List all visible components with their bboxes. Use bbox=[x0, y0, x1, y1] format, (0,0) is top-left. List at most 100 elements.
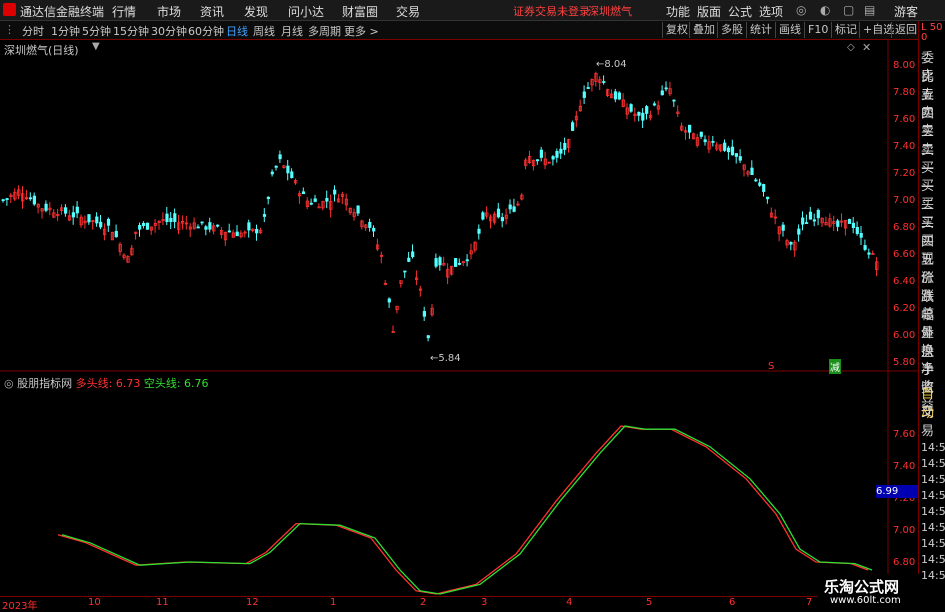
candle-body bbox=[571, 122, 575, 131]
chart-diamond-icon[interactable]: ◇ bbox=[847, 42, 855, 53]
marker-jian: 减 bbox=[829, 359, 841, 374]
candle-body bbox=[200, 221, 204, 224]
right-panel-item[interactable]: 14:56 bbox=[921, 553, 945, 566]
candle-body bbox=[75, 206, 79, 214]
candle-body bbox=[453, 258, 458, 267]
candle-body bbox=[145, 222, 150, 230]
candle-body bbox=[766, 196, 770, 200]
right-panel-item[interactable]: 14:56 bbox=[921, 457, 945, 470]
date-label-3: 3 bbox=[481, 597, 488, 608]
right-panel-item[interactable]: 14:56 bbox=[921, 537, 945, 550]
right-panel-item[interactable]: 14:56 bbox=[921, 441, 945, 454]
indicator-settings-icon[interactable]: ◎ bbox=[4, 377, 14, 390]
indicator-axis-label: 7.60 bbox=[893, 429, 916, 440]
candle-body bbox=[629, 104, 633, 112]
candle-body bbox=[613, 91, 618, 100]
right-panel-item[interactable]: 14:56 bbox=[921, 489, 945, 502]
candle-body bbox=[781, 224, 785, 231]
right-panel-item[interactable]: 14:56 bbox=[921, 521, 945, 534]
indicator-current-text: 6.99 bbox=[876, 486, 899, 497]
candle-body bbox=[586, 87, 590, 89]
price-axis-label: 6.60 bbox=[893, 249, 916, 260]
candle-body bbox=[426, 335, 430, 339]
candle-body bbox=[801, 217, 805, 225]
candle-body bbox=[699, 131, 703, 137]
chart-close-icon[interactable]: ✕ bbox=[862, 41, 871, 54]
candle-body bbox=[500, 217, 505, 222]
candle-body bbox=[512, 206, 516, 212]
candle-body bbox=[313, 198, 317, 202]
price-axis-label: 7.40 bbox=[893, 141, 916, 152]
line1-value: 6.73 bbox=[115, 377, 141, 390]
high-value: 8.04 bbox=[604, 59, 627, 70]
candle-body bbox=[301, 191, 306, 195]
date-label-11: 11 bbox=[156, 597, 169, 608]
candle-body bbox=[797, 228, 801, 235]
candle-body bbox=[196, 226, 200, 229]
candle-body bbox=[754, 179, 758, 182]
candle-body bbox=[368, 221, 372, 228]
chart-title-dropdown-icon[interactable]: ▼ bbox=[92, 41, 100, 52]
candle-body bbox=[235, 231, 239, 237]
candle-body bbox=[438, 257, 442, 266]
low-value: 5.84 bbox=[438, 353, 461, 364]
line2-value: 6.76 bbox=[184, 377, 209, 390]
candle-body bbox=[141, 222, 146, 227]
candle-body bbox=[734, 153, 739, 157]
candle-body bbox=[465, 259, 469, 262]
candle-body bbox=[270, 171, 274, 175]
candle-body bbox=[44, 203, 48, 211]
candle-body bbox=[403, 270, 407, 273]
line2-label: 空头线: bbox=[143, 377, 181, 390]
candle-body bbox=[255, 228, 259, 234]
date-label-6: 6 bbox=[729, 597, 736, 608]
candle-body bbox=[356, 205, 360, 214]
candle-body bbox=[481, 212, 485, 220]
candle-body bbox=[407, 257, 411, 262]
candle-body bbox=[278, 154, 282, 160]
date-label-year: 2023年 bbox=[2, 601, 38, 612]
date-label-5: 5 bbox=[646, 597, 653, 608]
candle-body bbox=[859, 233, 863, 238]
candle-body bbox=[457, 262, 462, 265]
short-line bbox=[61, 425, 873, 595]
indicator-name[interactable]: 股朋指标网 bbox=[17, 377, 72, 390]
candle-body bbox=[387, 298, 391, 303]
candle-body bbox=[555, 150, 559, 158]
candle-body bbox=[559, 148, 563, 154]
chart-canvas[interactable] bbox=[0, 0, 945, 609]
candle-body bbox=[805, 222, 809, 224]
high-label: ←8.04 bbox=[596, 59, 627, 70]
right-panel-item[interactable]: 14:56 bbox=[921, 505, 945, 518]
candle-body bbox=[138, 224, 142, 230]
line1-label: 多头线: bbox=[75, 377, 113, 390]
candle-body bbox=[317, 206, 321, 209]
candle-body bbox=[372, 227, 376, 232]
candle-body bbox=[477, 228, 481, 234]
candle-body bbox=[711, 140, 715, 143]
candle-body bbox=[64, 207, 68, 214]
candle-body bbox=[812, 219, 817, 222]
indicator-axis-label: 6.80 bbox=[893, 557, 916, 568]
candle-body bbox=[637, 111, 641, 116]
right-panel-item[interactable]: 14:56 bbox=[921, 569, 945, 582]
candle-body bbox=[652, 103, 657, 106]
right-panel-item[interactable]: 交易 bbox=[921, 401, 945, 439]
date-label-4: 4 bbox=[566, 597, 573, 608]
price-axis-label: 6.00 bbox=[893, 330, 916, 341]
right-panel-item[interactable]: 14:56 bbox=[921, 473, 945, 486]
candle-body bbox=[730, 146, 735, 156]
candle-body bbox=[169, 217, 173, 223]
date-label-7: 7 bbox=[806, 597, 813, 608]
candle-body bbox=[165, 213, 169, 222]
candle-body bbox=[262, 214, 267, 217]
candle-body bbox=[789, 242, 793, 245]
level-badge: L 500 bbox=[921, 22, 943, 43]
candle-body bbox=[762, 184, 766, 192]
candle-body bbox=[1, 199, 5, 202]
candle-body bbox=[87, 214, 91, 223]
candle-body bbox=[204, 226, 208, 230]
candle-body bbox=[535, 159, 540, 162]
candle-body bbox=[602, 81, 606, 83]
candle-body bbox=[664, 87, 668, 90]
